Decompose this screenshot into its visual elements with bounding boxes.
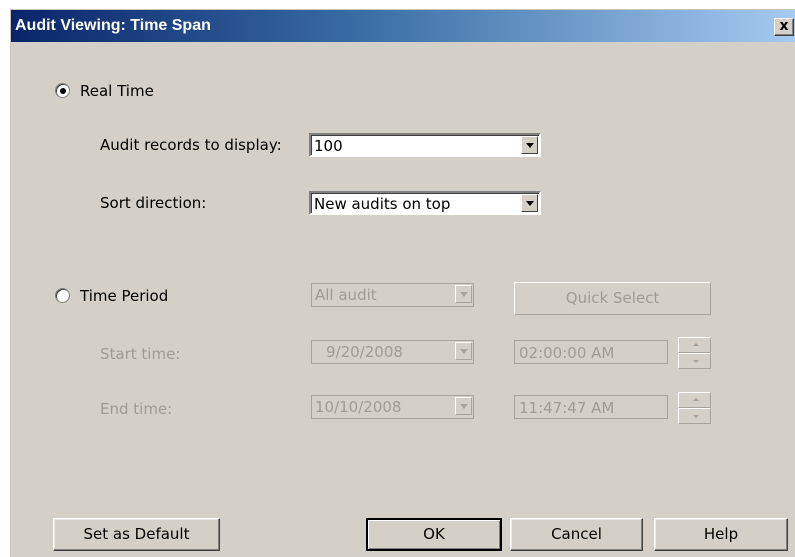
time-period-range-value: All audit	[315, 286, 377, 304]
title-bar[interactable]: Audit Viewing: Time Span x	[11, 10, 795, 42]
time-period-radio[interactable]	[55, 288, 70, 303]
chevron-down-icon	[460, 404, 468, 409]
dropdown-button[interactable]	[455, 397, 472, 415]
spin-down-button[interactable]	[678, 408, 711, 424]
audit-time-span-dialog: Audit Viewing: Time Span x Real Time Aud…	[10, 9, 795, 557]
dropdown-button[interactable]	[521, 194, 538, 212]
spin-down-button[interactable]	[678, 353, 711, 369]
spin-down-icon	[693, 415, 699, 418]
spin-up-button[interactable]	[678, 337, 711, 353]
help-button[interactable]: Help	[654, 518, 788, 551]
real-time-label[interactable]: Real Time	[80, 82, 154, 100]
dialog-title: Audit Viewing: Time Span	[15, 17, 211, 34]
dropdown-button[interactable]	[455, 342, 472, 360]
start-time-spinner[interactable]	[678, 337, 711, 369]
end-time-field[interactable]: 11:47:47 AM	[514, 395, 668, 419]
time-period-label[interactable]: Time Period	[80, 287, 168, 305]
dropdown-button[interactable]	[455, 285, 472, 303]
start-time-field[interactable]: 02:00:00 AM	[514, 340, 668, 364]
spin-down-icon	[693, 360, 699, 363]
quick-select-button[interactable]: Quick Select	[514, 282, 711, 315]
close-button[interactable]: x	[774, 18, 794, 36]
cancel-button[interactable]: Cancel	[510, 518, 643, 551]
set-as-default-button[interactable]: Set as Default	[53, 518, 220, 551]
dropdown-button[interactable]	[521, 136, 538, 154]
close-icon: x	[779, 18, 789, 34]
spin-up-icon	[693, 398, 699, 401]
sort-direction-label: Sort direction:	[100, 194, 207, 212]
sort-direction-select[interactable]: New audits on top	[309, 191, 541, 215]
spin-up-button[interactable]	[678, 392, 711, 408]
radio-selected-dot	[60, 88, 66, 94]
ok-button[interactable]: OK	[366, 518, 502, 551]
end-date-picker[interactable]: 10/10/2008	[311, 395, 474, 419]
chevron-down-icon	[526, 143, 534, 148]
end-date-value: 10/10/2008	[315, 398, 402, 416]
start-time-value: 02:00:00 AM	[519, 344, 615, 362]
sort-direction-value: New audits on top	[314, 195, 451, 213]
chevron-down-icon	[526, 201, 534, 206]
spin-up-icon	[693, 343, 699, 346]
chevron-down-icon	[460, 349, 468, 354]
records-to-display-value: 100	[314, 137, 343, 155]
chevron-down-icon	[460, 292, 468, 297]
end-time-spinner[interactable]	[678, 392, 711, 424]
start-time-label: Start time:	[100, 345, 181, 363]
real-time-radio[interactable]	[55, 83, 70, 98]
start-date-value: 9/20/2008	[326, 343, 403, 361]
start-date-picker[interactable]: 9/20/2008	[311, 340, 474, 364]
records-to-display-select[interactable]: 100	[309, 133, 541, 157]
records-to-display-label: Audit records to display:	[100, 136, 282, 154]
end-time-label: End time:	[100, 400, 173, 418]
end-time-value: 11:47:47 AM	[519, 399, 615, 417]
time-period-range-select[interactable]: All audit	[311, 283, 474, 307]
